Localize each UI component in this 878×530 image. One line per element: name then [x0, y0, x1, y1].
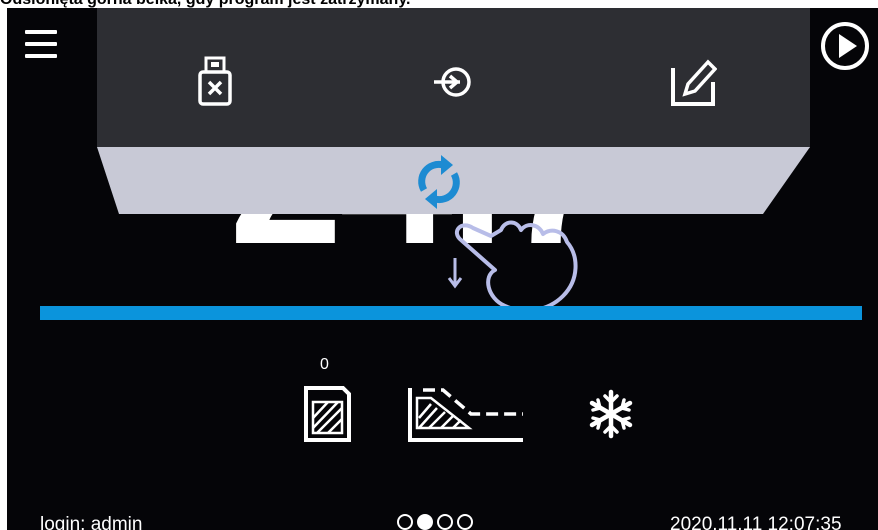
- page-dot[interactable]: [437, 514, 453, 530]
- page-dot-active[interactable]: [417, 514, 433, 530]
- chamber-icon: [304, 386, 351, 442]
- usb-eject-icon[interactable]: [192, 56, 240, 108]
- datetime: 2020.11.11 12:07:35: [670, 514, 842, 530]
- cycle-count: 0: [320, 356, 329, 373]
- hamburger-menu-icon[interactable]: [25, 30, 59, 60]
- login-status: login: admin: [40, 514, 143, 530]
- swipe-down-hand-icon: [447, 220, 578, 313]
- page-dot[interactable]: [457, 514, 473, 530]
- play-circle-icon[interactable]: [819, 20, 871, 72]
- edit-icon[interactable]: [669, 56, 717, 108]
- device-screen: 24.7 °C: [7, 8, 878, 530]
- top-bar: [97, 8, 810, 148]
- progress-bar: [40, 306, 862, 320]
- ramp-profile-icon: [408, 388, 523, 442]
- login-key-icon[interactable]: [430, 56, 478, 108]
- page-dot[interactable]: [397, 514, 413, 530]
- snowflake-icon: [589, 389, 633, 439]
